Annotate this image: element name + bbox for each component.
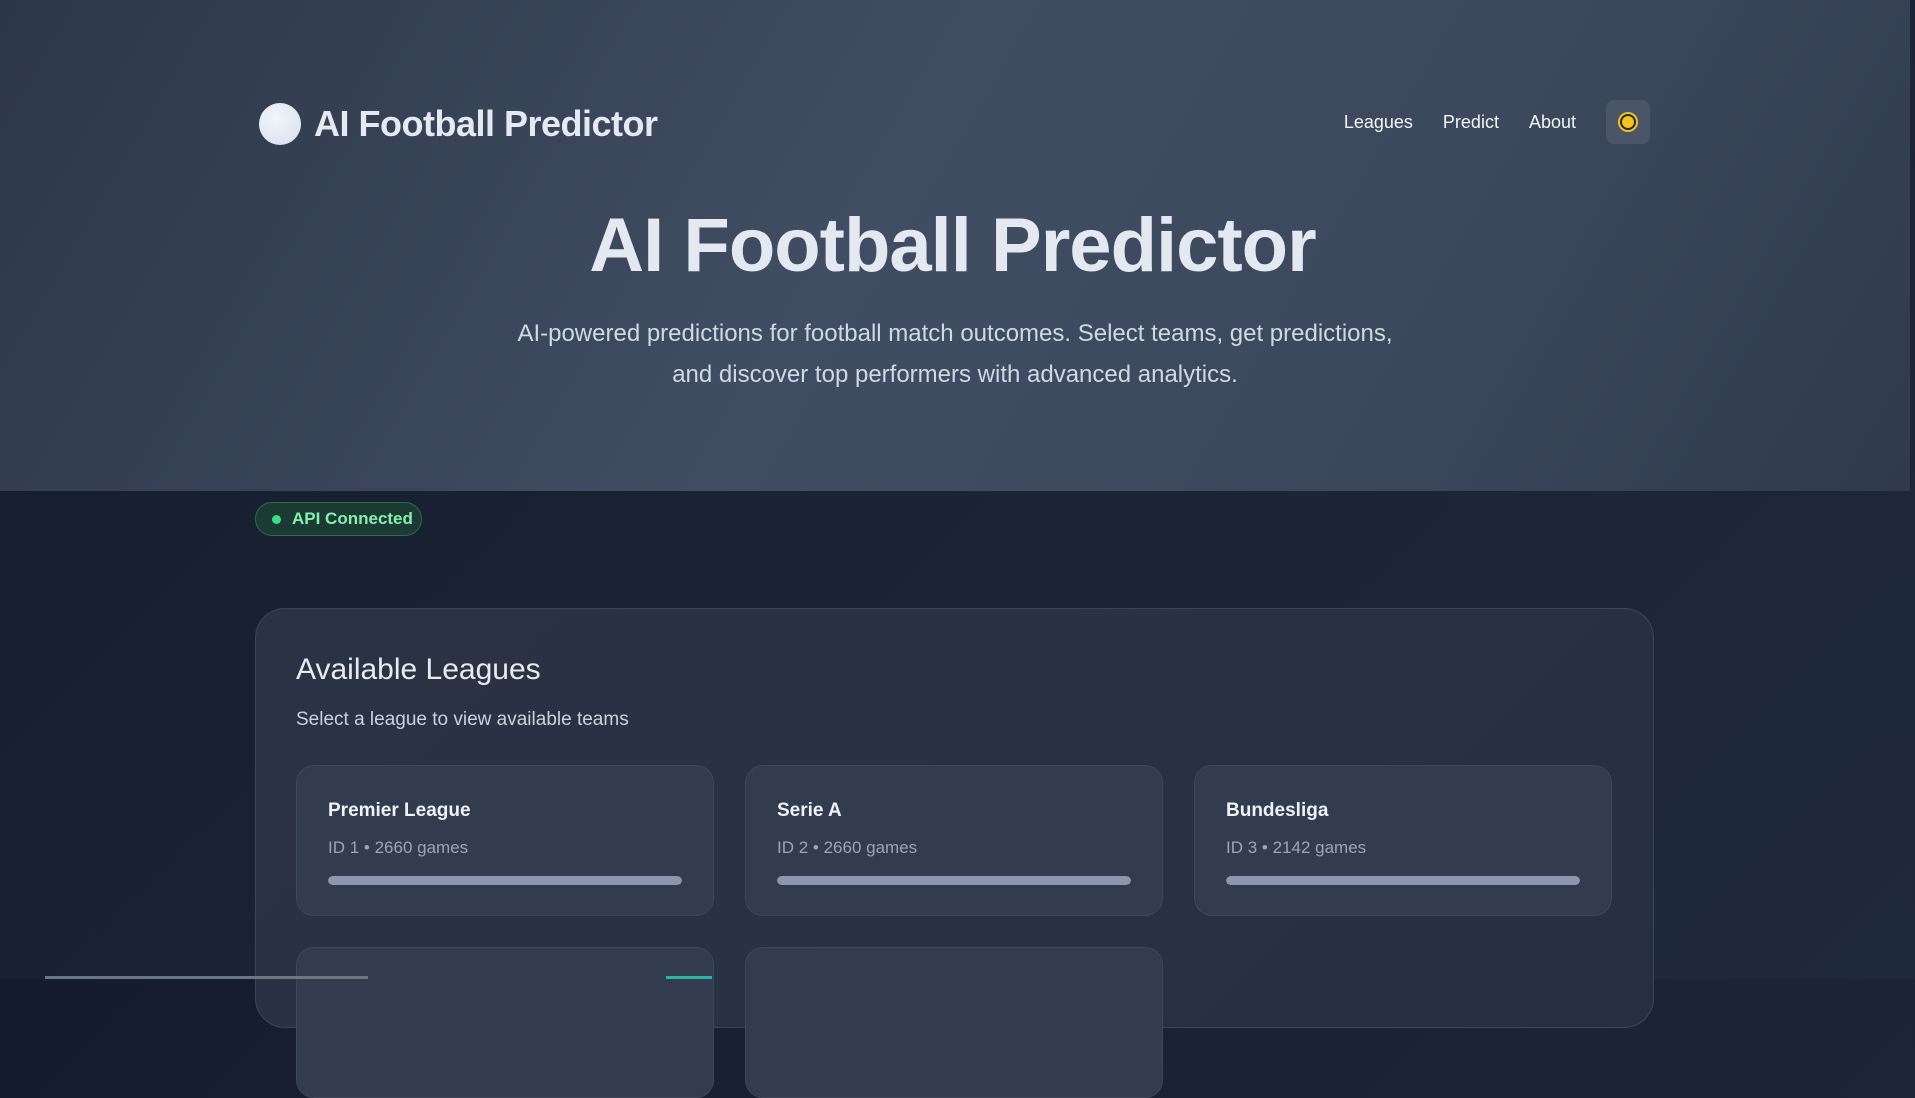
league-name: Serie A	[777, 800, 842, 821]
league-meta: ID 2 • 2660 games	[777, 838, 918, 857]
brand[interactable]: AI Football Predictor	[259, 101, 658, 147]
leagues-title: Available Leagues	[296, 653, 541, 686]
brand-title: AI Football Predictor	[314, 103, 658, 144]
league-progress-fill	[1226, 876, 1580, 885]
theme-toggle-button[interactable]	[1606, 100, 1650, 144]
nav-leagues[interactable]: Leagues	[1344, 112, 1413, 133]
league-progress-bar	[777, 876, 1131, 885]
league-name: Bundesliga	[1226, 800, 1329, 821]
league-meta: ID 3 • 2142 games	[1226, 838, 1367, 857]
league-progress-bar	[1226, 876, 1580, 885]
league-progress-fill	[328, 876, 682, 885]
hero-section: AI Football Predictor Leagues Predict Ab…	[0, 0, 1910, 491]
hero-title: AI Football Predictor	[589, 203, 1316, 288]
status-dot-icon	[272, 514, 281, 524]
league-card-premier-league[interactable]: Premier League ID 1 • 2660 games	[296, 765, 714, 916]
main-nav: Leagues Predict About	[1344, 99, 1650, 145]
league-meta: ID 1 • 2660 games	[328, 838, 469, 857]
api-status-label: API Connected	[292, 509, 413, 528]
hero-subtitle-line-2: and discover top performers with advance…	[672, 361, 1238, 388]
league-card-serie-a[interactable]: Serie A ID 2 • 2660 games	[745, 765, 1163, 916]
hero-subtitle-line-1: AI-powered predictions for football matc…	[517, 320, 1393, 347]
league-card-bundesliga[interactable]: Bundesliga ID 3 • 2142 games	[1194, 765, 1612, 916]
nav-about[interactable]: About	[1529, 112, 1576, 133]
league-progress-fill	[777, 876, 1131, 885]
api-status-badge: API Connected	[255, 502, 422, 536]
leagues-subtitle: Select a league to view available teams	[296, 709, 629, 730]
league-name: Premier League	[328, 800, 471, 821]
nav-predict[interactable]: Predict	[1443, 112, 1499, 133]
hero-subtitle: AI-powered predictions for football matc…	[480, 313, 1430, 395]
leagues-panel: Available Leagues Select a league to vie…	[255, 608, 1654, 1098]
league-card-partial[interactable]	[745, 947, 1163, 1098]
league-progress-bar	[328, 876, 682, 885]
league-card-partial[interactable]	[296, 947, 714, 1098]
ball-icon	[259, 103, 301, 145]
sun-icon	[1622, 116, 1634, 128]
